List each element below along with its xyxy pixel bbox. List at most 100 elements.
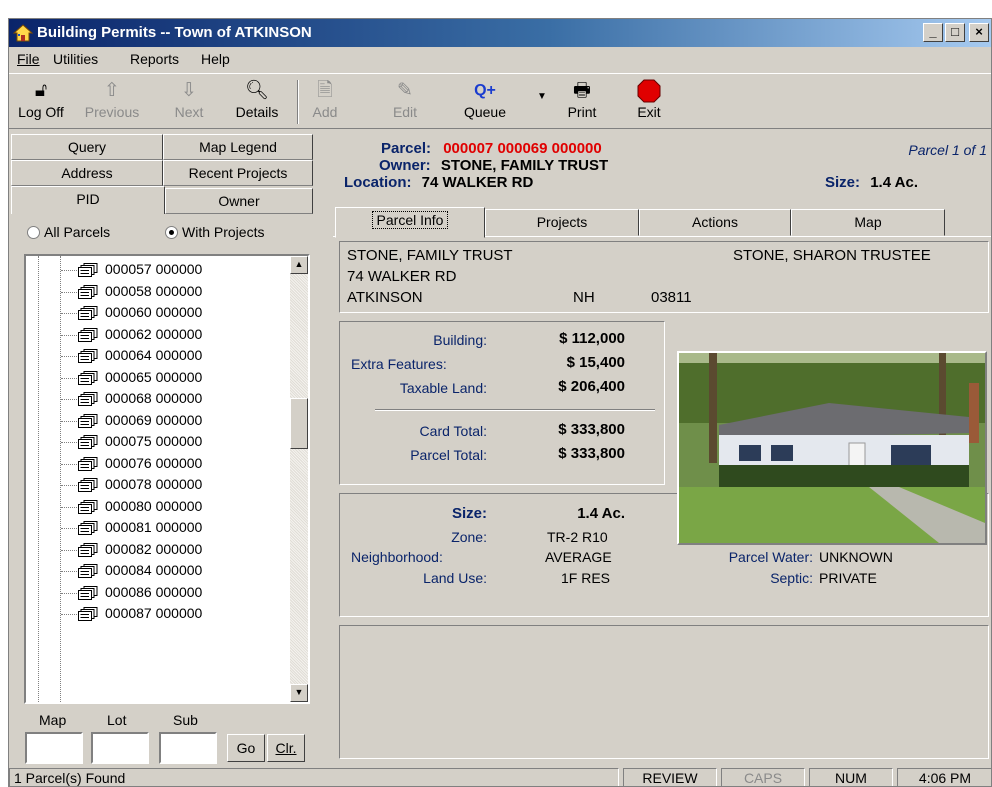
- queue-button[interactable]: Q+ Queue: [459, 78, 511, 126]
- scroll-thumb[interactable]: [290, 398, 308, 449]
- tree-item-label: 000064 000000: [105, 347, 203, 363]
- tree-item[interactable]: 000082 000000: [26, 540, 286, 560]
- parcel-tree[interactable]: 000057 000000 000058 000000 000060 000000 0…: [24, 254, 310, 704]
- tree-item[interactable]: 000081 000000: [26, 518, 286, 538]
- map-input[interactable]: [25, 732, 83, 764]
- house-photo-image: [679, 353, 985, 543]
- tree-item-label: 000087 000000: [105, 605, 203, 621]
- tree-item-label: 000084 000000: [105, 562, 203, 578]
- card-total-value: $ 333,800: [558, 421, 625, 438]
- tree-item[interactable]: 000060 000000: [26, 303, 286, 323]
- toolbar: 🔓︎ Log Off ⇧ Previous ⇩ Next 🔍︎ Details …: [9, 73, 991, 129]
- edit-button[interactable]: ✎ Edit: [385, 78, 425, 126]
- owner-label: Owner:: [379, 157, 431, 174]
- menu-utilities[interactable]: Utilities: [53, 51, 98, 67]
- tab-actions[interactable]: Actions: [639, 209, 791, 236]
- tree-item-label: 000068 000000: [105, 390, 203, 406]
- size-label: Size:: [825, 174, 861, 191]
- window-title: Building Permits -- Town of ATKINSON: [37, 24, 312, 41]
- tree-connector: [61, 313, 79, 314]
- tree-item-label: 000086 000000: [105, 583, 203, 600]
- tree-scrollbar[interactable]: ▲ ▼: [290, 256, 308, 702]
- land-size-label: Size:: [451, 505, 487, 522]
- scroll-down-button[interactable]: ▼: [290, 684, 308, 702]
- parcel-document-icon: [78, 284, 98, 299]
- parcel-document-icon: [78, 435, 98, 449]
- search-panel: Query Map Legend Address Recent Projects…: [11, 132, 316, 765]
- add-button[interactable]: 🗎︎ Add: [305, 78, 345, 126]
- tree-item[interactable]: 000084 000000: [26, 561, 286, 581]
- land-size-value: 1.4 Ac.: [577, 505, 625, 522]
- tree-item[interactable]: 000087 000000: [26, 604, 286, 624]
- tab-projects[interactable]: Projects: [485, 209, 639, 236]
- tree-item[interactable]: 000057 000000: [26, 260, 286, 280]
- tree-item[interactable]: 000069 000000: [26, 411, 286, 431]
- title-bar[interactable]: Building Permits -- Town of ATKINSON _ □…: [9, 19, 991, 47]
- log-off-button[interactable]: 🔓︎ Log Off: [9, 78, 73, 126]
- tree-item[interactable]: 000064 000000: [26, 346, 286, 366]
- taxable-land-value: $ 206,400: [558, 378, 625, 395]
- tree-connector: [61, 485, 79, 486]
- parcel-document-icon: [78, 456, 98, 471]
- septic-label: Septic:: [770, 570, 813, 586]
- tree-item-label: 000081 000000: [105, 519, 203, 535]
- tab-parcel-info[interactable]: Parcel Info: [335, 207, 485, 238]
- lot-input[interactable]: [91, 732, 149, 764]
- details-button[interactable]: 🔍︎ Details: [229, 78, 285, 126]
- parcel-document-icon: [78, 564, 98, 578]
- parcel-water-value: UNKNOWN: [819, 549, 893, 565]
- tab-map[interactable]: Map: [791, 209, 945, 236]
- tree-item-label: 000076 000000: [105, 454, 203, 471]
- minimize-button[interactable]: _: [923, 23, 943, 42]
- parcel-count: Parcel 1 of 1: [908, 142, 987, 158]
- toolbar-separator: [297, 80, 299, 124]
- tab-pid[interactable]: PID: [11, 186, 165, 214]
- previous-button[interactable]: ⇧ Previous: [77, 78, 147, 126]
- tree-connector: [61, 420, 79, 422]
- tree-item[interactable]: 000062 000000: [26, 325, 286, 345]
- print-button[interactable]: 🖶︎ Print: [559, 78, 605, 126]
- next-button[interactable]: ⇩ Next: [167, 78, 211, 126]
- tree-item-label: 000075 000000: [105, 433, 203, 449]
- tree-item[interactable]: 000065 000000: [26, 368, 286, 388]
- tree-item[interactable]: 000075 000000: [26, 432, 286, 452]
- clear-button[interactable]: Clr.: [267, 734, 305, 762]
- neighborhood-label: Neighborhood:: [351, 549, 443, 565]
- tab-map-legend[interactable]: Map Legend: [163, 134, 313, 160]
- parcel-document-icon: [78, 263, 98, 277]
- tree-item[interactable]: 000086 000000: [26, 583, 286, 603]
- tree-connector: [61, 463, 79, 465]
- all-parcels-radio[interactable]: All Parcels: [27, 224, 110, 246]
- with-projects-radio[interactable]: With Projects: [165, 224, 264, 246]
- scroll-up-button[interactable]: ▲: [290, 256, 308, 274]
- tree-item[interactable]: 000076 000000: [26, 454, 286, 474]
- tree-item-label: 000062 000000: [105, 325, 203, 342]
- close-button[interactable]: ×: [969, 23, 989, 42]
- menu-file[interactable]: File: [17, 51, 40, 67]
- tab-query[interactable]: Query: [11, 134, 163, 160]
- parcel-total-label: Parcel Total:: [410, 447, 487, 463]
- menu-reports[interactable]: Reports: [130, 51, 179, 67]
- parcel-document-icon: [78, 306, 98, 320]
- tree-item[interactable]: 000080 000000: [26, 497, 286, 517]
- co-owner-line: STONE, SHARON TRUSTEE: [733, 247, 931, 264]
- maximize-button[interactable]: □: [945, 23, 965, 42]
- tab-owner[interactable]: Owner: [165, 188, 313, 214]
- tree-item[interactable]: 000078 000000: [26, 475, 286, 495]
- tab-recent-projects[interactable]: Recent Projects: [163, 160, 313, 186]
- parcel-document-icon: [78, 349, 98, 363]
- menu-help[interactable]: Help: [201, 51, 230, 67]
- app-window: Building Permits -- Town of ATKINSON _ □…: [8, 18, 992, 787]
- go-button[interactable]: Go: [227, 734, 265, 762]
- exit-button[interactable]: Exit: [629, 78, 669, 126]
- queue-dropdown-arrow[interactable]: ▼: [535, 86, 549, 134]
- parcel-document-icon: [78, 521, 98, 535]
- tree-connector: [61, 442, 79, 443]
- tree-item-label: 000069 000000: [105, 411, 203, 428]
- tree-item[interactable]: 000058 000000: [26, 282, 286, 302]
- tab-address[interactable]: Address: [11, 160, 163, 186]
- sub-label: Sub: [173, 712, 198, 728]
- printer-icon: 🖶︎: [573, 80, 591, 101]
- tree-item[interactable]: 000068 000000: [26, 389, 286, 409]
- sub-input[interactable]: [159, 732, 217, 764]
